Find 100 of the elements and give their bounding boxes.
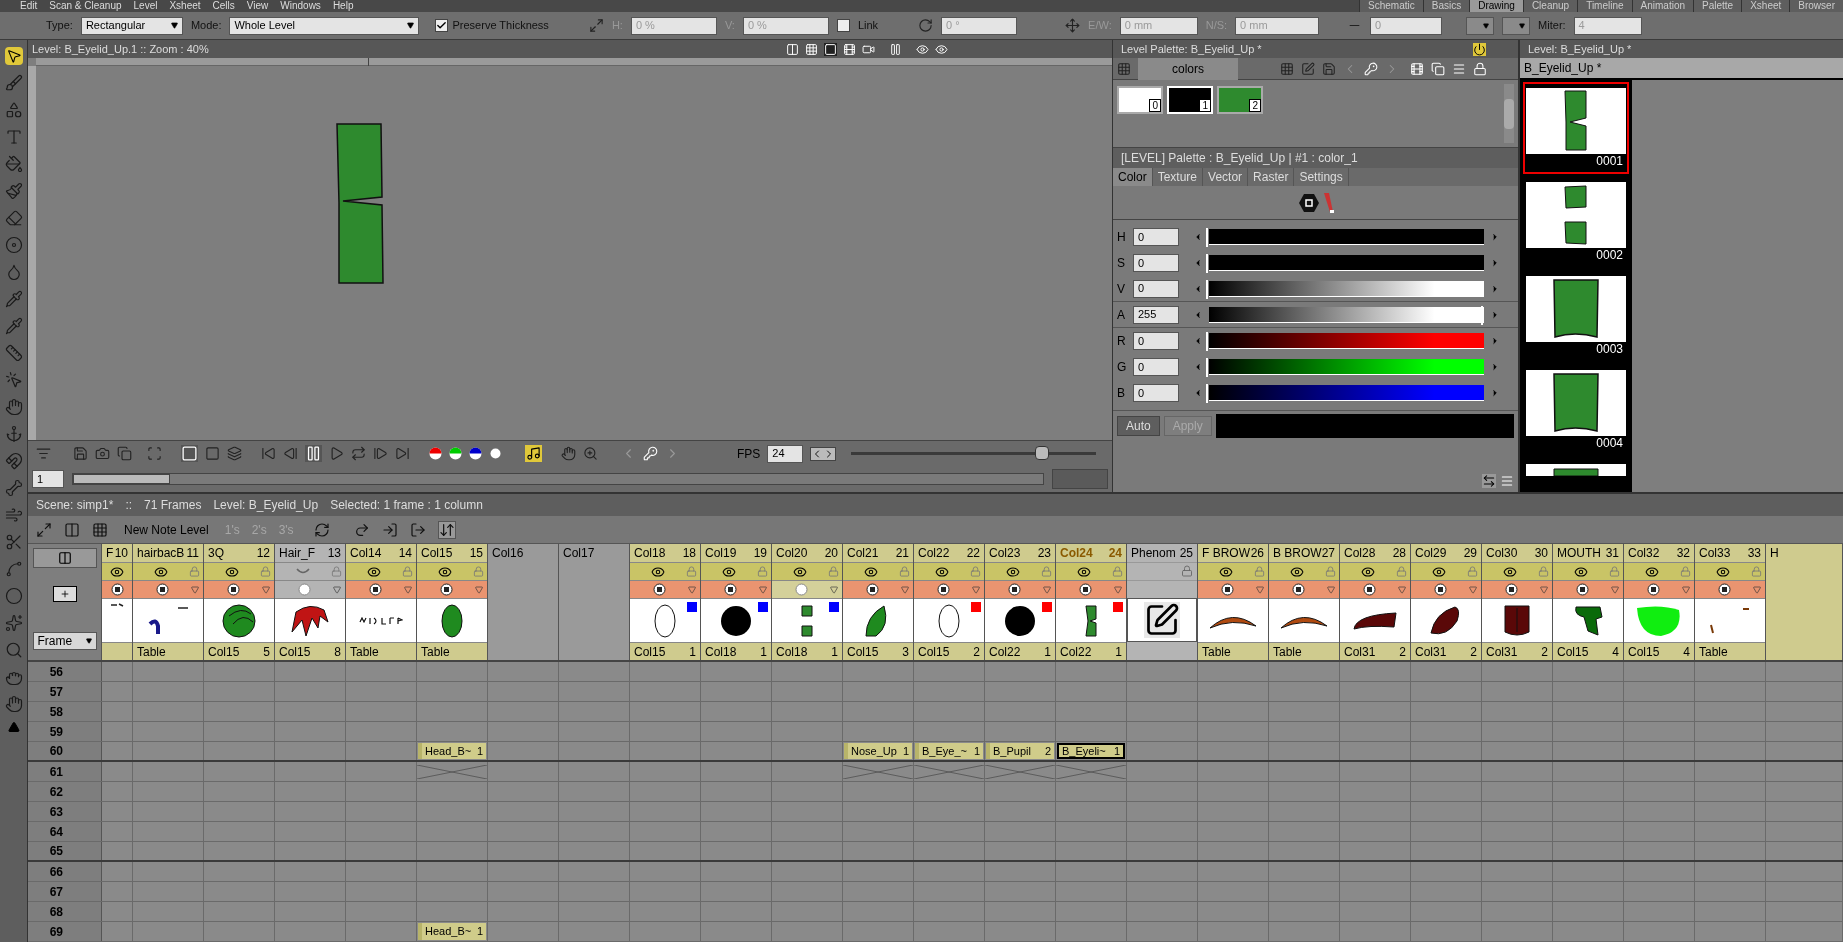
toggle-icon[interactable] [1482, 474, 1496, 488]
column-name[interactable]: 3Q [208, 544, 224, 562]
menu-icon[interactable] [36, 446, 51, 461]
menu-item[interactable]: Xsheet [169, 0, 201, 12]
enter-icon[interactable] [381, 521, 398, 538]
closed-eye-icon[interactable] [296, 567, 310, 576]
channel-slider-thumb[interactable] [1206, 384, 1209, 403]
play-icon[interactable] [329, 446, 344, 461]
xsheet-cell[interactable]: Head_B~ 1 [418, 923, 486, 940]
column-name[interactable]: Col30 [1486, 544, 1518, 562]
parent-column[interactable]: Col22 [1060, 642, 1092, 660]
channel-slider-thumb[interactable] [1481, 305, 1484, 325]
dropdown-icon[interactable] [191, 585, 199, 594]
channel-field[interactable]: 0 [1133, 358, 1179, 376]
channel-slider-thumb[interactable] [1206, 279, 1209, 299]
dropdown-icon[interactable] [1682, 585, 1690, 594]
shapes-icon[interactable] [4, 100, 23, 119]
move-icon[interactable] [1065, 18, 1081, 33]
fps-field[interactable]: 24 [767, 444, 804, 463]
channel-field[interactable]: 0 [1133, 254, 1179, 272]
eye-icon[interactable] [864, 564, 878, 579]
redo-icon[interactable] [353, 521, 370, 538]
new-note-level-button[interactable]: New Note Level [120, 518, 213, 541]
eye-icon[interactable] [722, 564, 736, 579]
spline-icon[interactable] [4, 559, 23, 578]
camstand-toggle-icon[interactable] [1433, 583, 1447, 596]
scrollbar[interactable] [1504, 84, 1514, 143]
style-editor-tab[interactable]: Raster [1248, 168, 1295, 186]
frame-display-dropdown[interactable]: Frame [32, 632, 97, 650]
camstand-toggle-icon[interactable] [1575, 583, 1589, 596]
magnet-icon[interactable] [4, 451, 23, 470]
camera-icon[interactable] [95, 446, 110, 461]
camstand-toggle-icon[interactable] [439, 583, 453, 596]
paintbrush-icon[interactable] [4, 181, 23, 200]
column-name[interactable]: Col33 [1699, 544, 1731, 562]
menu-icon[interactable] [1452, 61, 1466, 76]
camstand-toggle-icon[interactable] [1007, 583, 1021, 596]
channel-field[interactable]: 0 [1133, 228, 1179, 246]
sound-icon[interactable] [525, 445, 542, 462]
dropdown-icon[interactable] [404, 585, 412, 594]
parent-column[interactable]: Col15 [847, 642, 879, 660]
dropdown-icon[interactable] [759, 585, 767, 594]
palette-page-tab[interactable]: colors [1138, 57, 1238, 80]
column-name[interactable]: F BROW [1202, 544, 1250, 562]
channel-field[interactable]: 0 [1133, 384, 1179, 402]
copy-icon[interactable] [117, 446, 132, 461]
column-name[interactable]: Col18 [634, 544, 666, 562]
dropdown-icon[interactable] [1327, 585, 1335, 594]
menu-item[interactable]: Level [133, 0, 158, 12]
paint-bucket-icon[interactable] [4, 154, 23, 173]
camstand-toggle-icon[interactable] [1220, 583, 1234, 596]
gradient-icon[interactable] [1323, 191, 1334, 214]
camstand-toggle-icon[interactable] [1646, 583, 1660, 596]
channel-toggle-icon[interactable] [449, 447, 462, 460]
eye-icon[interactable] [1645, 564, 1659, 579]
column-name[interactable]: Col17 [563, 544, 595, 562]
eye-icon[interactable] [1077, 564, 1091, 579]
arrows-icon[interactable] [437, 520, 456, 539]
dropdown-icon[interactable] [1540, 585, 1548, 594]
eye-icon[interactable] [1716, 564, 1730, 579]
key-icon[interactable] [1364, 61, 1378, 76]
bone-icon[interactable] [4, 478, 23, 497]
parent-column[interactable]: Col31 [1344, 642, 1376, 660]
zoom-icon[interactable] [583, 446, 598, 461]
pause-icon[interactable] [305, 445, 322, 462]
next-frame-icon[interactable] [373, 446, 388, 461]
camstand-toggle-icon[interactable] [226, 583, 240, 596]
preview-icon[interactable] [824, 42, 837, 56]
room-tab[interactable]: Cleanup [1522, 0, 1578, 12]
menu-item[interactable]: Help [332, 0, 354, 12]
xsheet-cell[interactable]: B_Eyeli~ 1 [1057, 743, 1125, 759]
join-dropdown[interactable] [1502, 16, 1531, 35]
save-icon[interactable] [1322, 61, 1336, 76]
pointer-icon[interactable] [4, 46, 23, 65]
column-name[interactable]: Hair_F [279, 544, 315, 562]
eye-icon[interactable] [367, 564, 381, 579]
room-tab[interactable]: Drawing [1469, 0, 1523, 12]
ruler-icon[interactable] [4, 343, 23, 362]
parent-column[interactable]: Col18 [705, 642, 737, 660]
eye-icon[interactable] [1290, 564, 1304, 579]
eye-icon[interactable] [935, 42, 948, 56]
column-name[interactable]: MOUTH [1557, 544, 1601, 562]
lock-icon[interactable] [1181, 565, 1193, 577]
eye-icon[interactable] [1219, 564, 1233, 579]
column-name[interactable]: Col29 [1415, 544, 1447, 562]
increase-icon[interactable] [1490, 309, 1500, 320]
brush-icon[interactable] [4, 73, 23, 92]
dropdown-icon[interactable] [901, 585, 909, 594]
eye-icon[interactable] [1503, 564, 1517, 579]
frame-thumbnail[interactable]: 0001 [1523, 82, 1629, 174]
parent-column[interactable]: Col15 [1557, 642, 1589, 660]
column-name[interactable]: Col22 [918, 544, 950, 562]
frame-icon[interactable] [147, 446, 162, 461]
hand-icon[interactable] [4, 694, 23, 713]
decrease-icon[interactable] [1193, 309, 1203, 320]
dropdown-icon[interactable] [1469, 585, 1477, 594]
circle-icon[interactable] [4, 586, 23, 605]
column-icon[interactable] [64, 521, 80, 538]
dropdown-icon[interactable] [1114, 585, 1122, 594]
channel-slider-thumb[interactable] [1206, 254, 1209, 273]
